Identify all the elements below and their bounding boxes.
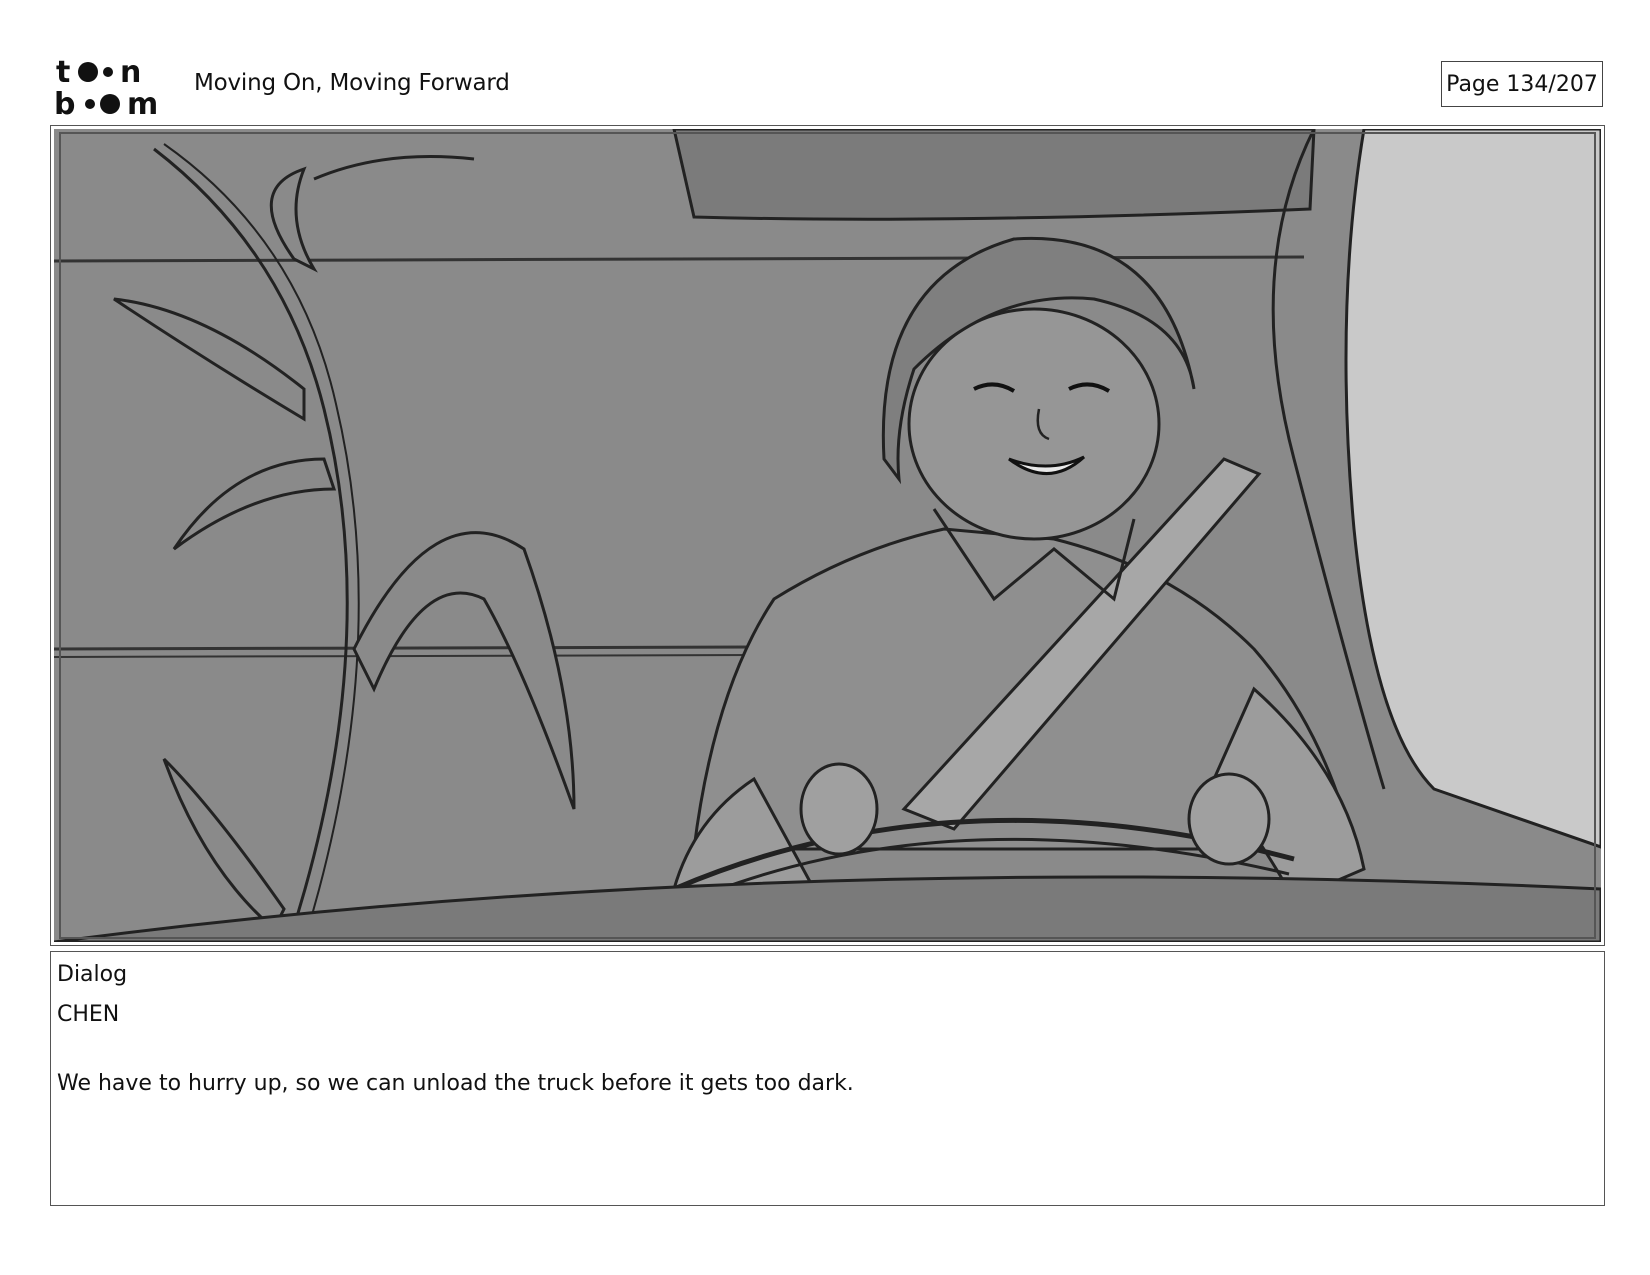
toon-boom-logo-icon: t n b m [54,55,158,116]
svg-text:m: m [127,87,158,116]
document-title: Moving On, Moving Forward [194,70,510,96]
dialog-character: CHEN [57,1002,120,1027]
dialog-box: Dialog CHEN We have to hurry up, so we c… [50,951,1605,1206]
dialog-heading: Dialog [57,962,128,987]
storyboard-sketch-image [54,129,1601,942]
svg-text:b: b [54,87,75,116]
svg-text:t: t [56,55,70,90]
dialog-line: We have to hurry up, so we can unload th… [57,1071,854,1096]
storyboard-panel [50,125,1605,946]
svg-text:n: n [120,55,141,90]
page-number: Page 134/207 [1441,61,1603,107]
